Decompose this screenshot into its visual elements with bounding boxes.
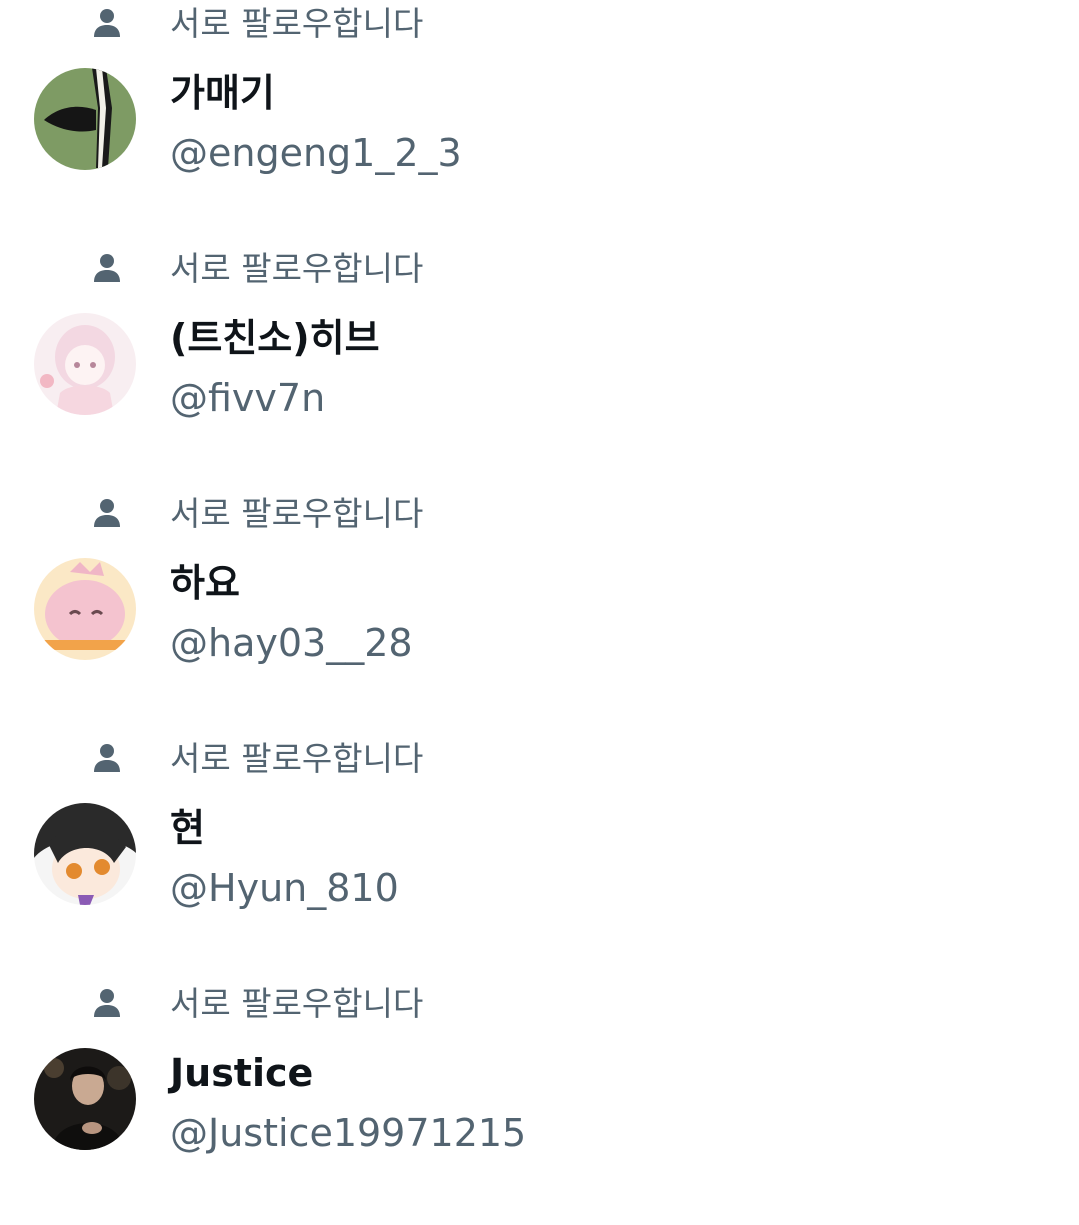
user-cell[interactable]: 서로 팔로우합니다 현 @Hyun_810 [0,735,1079,980]
display-name[interactable]: Justice [170,1048,313,1098]
username-handle: @fivv7n [170,376,326,420]
context-label: 서로 팔로우합니다 [170,739,424,778]
avatar[interactable] [34,313,136,415]
context-label: 서로 팔로우합니다 [170,984,424,1023]
person-icon [94,499,120,527]
username-handle: @Hyun_810 [170,866,399,910]
avatar[interactable] [34,1048,136,1150]
username-handle: @hay03__28 [170,621,413,665]
person-icon [94,744,120,772]
avatar[interactable] [34,558,136,660]
context-label: 서로 팔로우합니다 [170,4,424,43]
username-handle: @Justice19971215 [170,1111,527,1155]
mutual-follow-context: 서로 팔로우합니다 [0,490,1079,540]
mutual-follow-context: 서로 팔로우합니다 [0,0,1079,50]
avatar[interactable] [34,68,136,170]
user-cell[interactable]: 서로 팔로우합니다 가매기 @engeng1_2_3 [0,0,1079,245]
person-icon [94,989,120,1017]
display-name[interactable]: (트친소)히브 [170,313,380,363]
context-label: 서로 팔로우합니다 [170,494,424,533]
display-name[interactable]: 가매기 [170,68,275,118]
person-icon [94,9,120,37]
user-cell[interactable]: 서로 팔로우합니다 (트친소)히브 @fivv7n [0,245,1079,490]
display-name[interactable]: 하요 [170,558,240,608]
follow-list: 서로 팔로우합니다 가매기 @engeng1_2_3 서로 팔로우합니다 (트친… [0,0,1079,1155]
mutual-follow-context: 서로 팔로우합니다 [0,980,1079,1030]
username-handle: @engeng1_2_3 [170,131,462,175]
context-label: 서로 팔로우합니다 [170,249,424,288]
display-name[interactable]: 현 [170,803,205,853]
mutual-follow-context: 서로 팔로우합니다 [0,245,1079,295]
mutual-follow-context: 서로 팔로우합니다 [0,735,1079,785]
user-cell[interactable]: 서로 팔로우합니다 Justice @Justice19971215 [0,980,1079,1225]
person-icon [94,254,120,282]
user-cell[interactable]: 서로 팔로우합니다 하요 @hay03__28 [0,490,1079,735]
avatar[interactable] [34,803,136,905]
